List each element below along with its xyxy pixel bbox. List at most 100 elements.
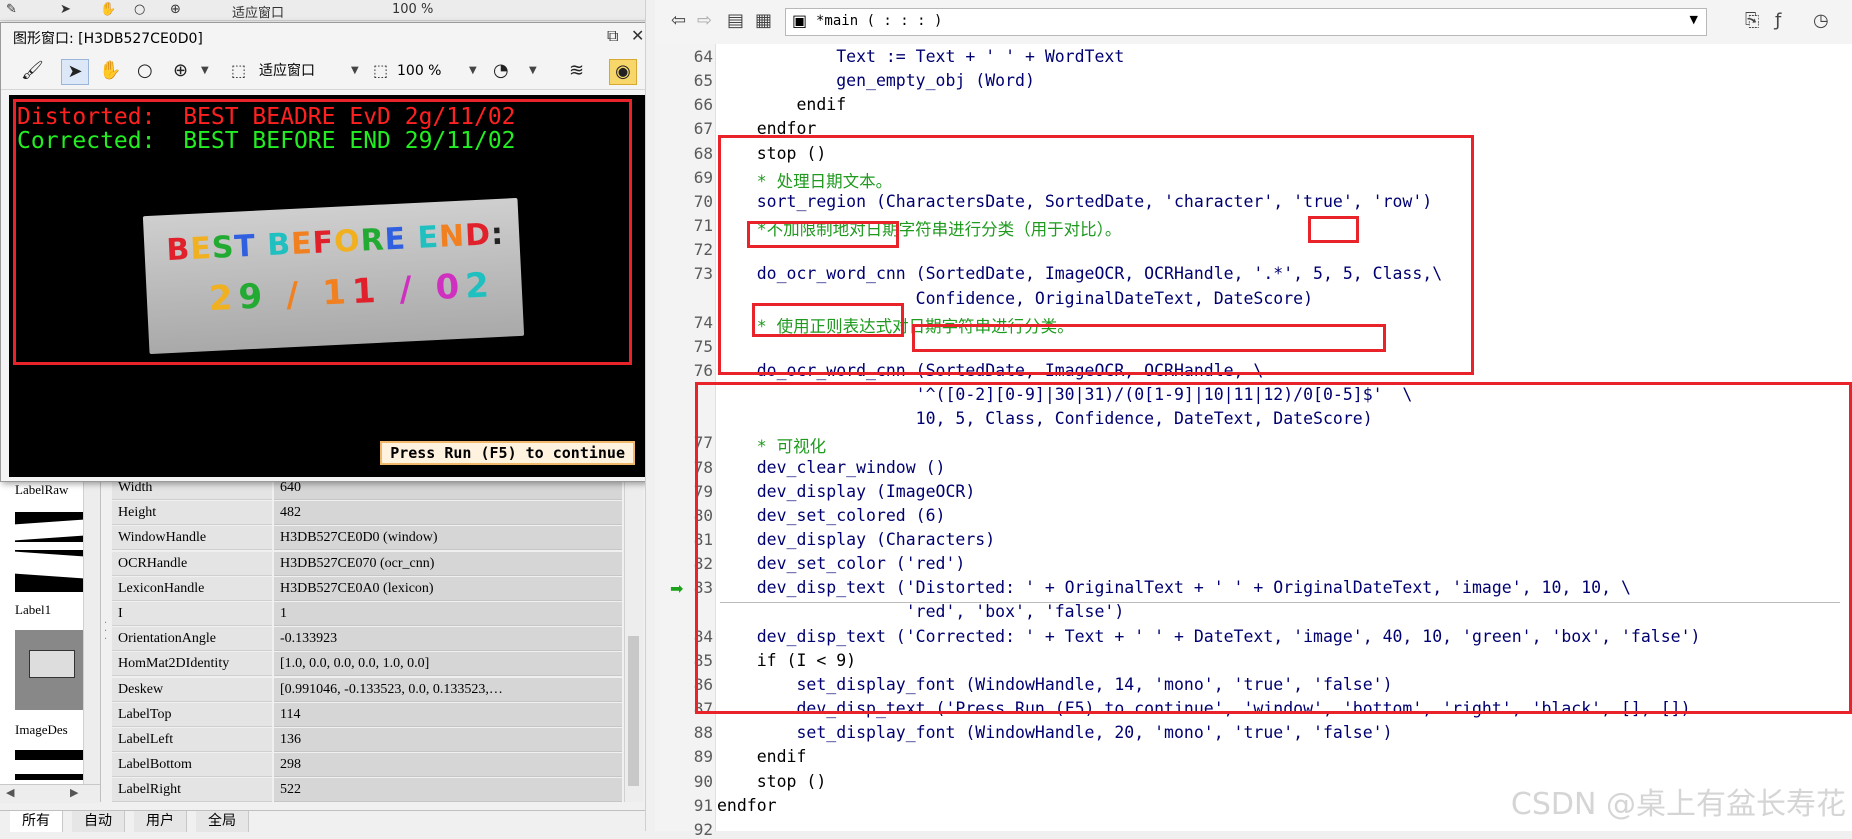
tab-all[interactable]: 所有 <box>10 811 63 832</box>
float-window-icon[interactable]: ⧉ <box>607 26 618 46</box>
variable-row[interactable]: LexiconHandle H3DB527CE0A0 (lexicon) <box>112 576 622 602</box>
clipboard-icon[interactable]: ▤ <box>727 10 744 31</box>
chevron-down-icon[interactable]: ▼ <box>469 59 477 83</box>
highlight-box <box>747 221 899 248</box>
line-number: 71 <box>693 216 713 236</box>
back-icon[interactable]: ⇦ <box>671 10 686 31</box>
variable-row[interactable]: LabelLeft 136 <box>112 728 622 753</box>
close-icon[interactable]: ✕ <box>631 26 644 45</box>
line-number: 74 <box>693 312 713 332</box>
layers-icon[interactable]: ≋ <box>569 59 584 83</box>
variable-row[interactable]: HomMat2DIdentity [1.0, 0.0, 0.0, 0.0, 1.0… <box>112 652 622 677</box>
back-zoom-label[interactable]: 100 % <box>392 2 433 17</box>
variable-name: OrientationAngle <box>112 627 272 652</box>
code-line[interactable]: gen_empty_obj (Word) <box>717 71 1035 90</box>
fit-window-icon[interactable]: ⬚ <box>231 59 246 83</box>
program-editor[interactable]: 64 65 66 67 68 69 70 71 72 73 74 75 76 77 78 79 80 81 82 83… <box>655 44 1852 839</box>
variable-value: 1 <box>274 602 622 626</box>
thumb-image[interactable] <box>15 512 83 542</box>
thumb-image[interactable] <box>15 750 83 780</box>
code-line[interactable]: endfor <box>717 796 777 815</box>
line-number: 92 <box>693 819 713 839</box>
variable-row[interactable]: I1 <box>112 602 622 627</box>
code-line[interactable]: endif <box>717 747 807 766</box>
fit-window-select[interactable]: 适应窗口 <box>259 59 315 83</box>
variable-value: [1.0, 0.0, 0.0, 0.0, 1.0, 0.0] <box>274 652 622 677</box>
code-line[interactable]: set_display_font (WindowHandle, 20, 'mon… <box>717 723 1392 742</box>
variable-row[interactable]: LabelBottom 298 <box>112 753 622 778</box>
grid-icon[interactable]: ▦ <box>755 10 772 31</box>
brush-icon[interactable]: 🖌 <box>21 59 44 83</box>
tab-global[interactable]: 全局 <box>196 811 249 832</box>
copy-icon[interactable]: ⎘ <box>1745 10 1759 31</box>
watermark: CSDN @桌上有盆长寿花 <box>1510 787 1846 822</box>
procedure-name: *main ( : : : ) <box>816 13 943 29</box>
zoom-level-icon[interactable]: ⬚ <box>373 59 388 83</box>
variable-value: H3DB527CE0D0 (window) <box>274 526 622 551</box>
graphics-canvas[interactable]: Distorted: BEST BEADRE EvD 2g/11/02 Corr… <box>9 95 647 477</box>
procedure-select[interactable]: ▣ *main ( : : : ) ▼ <box>785 8 1707 36</box>
code-line[interactable]: endif <box>717 95 846 114</box>
splitter-handle[interactable]: · · · <box>104 619 108 645</box>
scroll-right-icon[interactable]: ▶ <box>70 786 78 799</box>
variable-value: 136 <box>274 728 622 752</box>
variable-name: LabelTop <box>112 702 272 727</box>
brush-icon[interactable]: ✎ <box>6 2 17 17</box>
variable-name: OCRHandle <box>112 551 272 576</box>
variable-scrollbar[interactable] <box>624 476 643 802</box>
hand-icon[interactable]: ✋ <box>99 59 121 83</box>
scrollbar-thumb[interactable] <box>628 636 639 786</box>
scroll-left-icon[interactable]: ◀ <box>6 786 14 799</box>
chevron-down-icon[interactable]: ▼ <box>201 59 209 83</box>
thumb-label[interactable]: Label1 <box>15 602 51 618</box>
variable-row[interactable]: LabelTop 114 <box>112 702 622 728</box>
variable-row[interactable]: OCRHandle H3DB527CE070 (ocr_cnn) <box>112 551 622 577</box>
thumb-image[interactable] <box>15 630 83 710</box>
magnifier-icon[interactable]: ○ <box>134 2 145 17</box>
hand-icon[interactable]: ✋ <box>100 2 116 17</box>
zoom-icon[interactable]: ⊕ <box>170 2 181 17</box>
variable-row[interactable]: Height 482 <box>112 501 622 526</box>
highlight-box <box>695 382 1852 714</box>
graphics-window: 图形窗口: [H3DB527CE0D0] ⧉ ✕ 🖌 ➤ ✋ ○ ⊕ ▼ ⬚ 适… <box>0 22 654 482</box>
code-line[interactable]: stop () <box>717 772 827 791</box>
graphics-window-title: 图形窗口: [H3DB527CE0D0] <box>13 31 203 47</box>
variable-tabs: 所有 自动 用户 全局 <box>0 810 652 832</box>
pointer-icon[interactable]: ➤ <box>61 59 89 85</box>
line-number: 66 <box>693 95 713 115</box>
thumb-label[interactable]: ImageDes <box>15 722 68 738</box>
chevron-down-icon[interactable]: ▼ <box>351 59 359 83</box>
draw-shape-icon[interactable]: ◔ <box>493 59 509 83</box>
chevron-down-icon[interactable]: ▼ <box>529 59 537 83</box>
zoom-level-select[interactable]: 100 % <box>397 59 441 83</box>
variable-row[interactable]: OrientationAngle -0.133923 <box>112 627 622 652</box>
forward-icon[interactable]: ⇨ <box>697 10 712 31</box>
line-number: 88 <box>693 723 713 743</box>
variable-row[interactable]: Deskew [0.991046, -0.133523, 0.0, 0.13352… <box>112 677 622 703</box>
variable-name: Deskew <box>112 677 272 702</box>
thumb-label[interactable]: LabelRaw <box>15 482 68 498</box>
pointer-icon[interactable]: ➤ <box>60 2 71 17</box>
back-fit-label[interactable]: 适应窗口 <box>232 2 284 20</box>
search-icon[interactable]: ○ <box>137 59 153 83</box>
thumb-image[interactable] <box>15 550 83 592</box>
thumb-scrollbar[interactable] <box>83 472 100 802</box>
zoom-in-icon[interactable]: ⊕ <box>173 59 188 83</box>
chevron-down-icon[interactable]: ▼ <box>1690 13 1698 26</box>
variable-row[interactable]: LabelRight 522 <box>112 778 622 803</box>
tab-user[interactable]: 用户 <box>134 811 187 832</box>
lightbulb-icon[interactable]: ◉ <box>609 59 637 85</box>
timer-icon[interactable]: ◷ <box>1813 10 1829 31</box>
function-icon[interactable]: ƒ <box>1775 10 1781 31</box>
graphics-window-titlebar[interactable]: 图形窗口: [H3DB527CE0D0] ⧉ ✕ <box>1 23 653 51</box>
line-number: 68 <box>693 143 713 163</box>
variable-row[interactable]: WindowHandle H3DB527CE0D0 (window) <box>112 526 622 551</box>
thumb-horizontal-scrollbar[interactable]: ◀ ▶ <box>0 784 100 803</box>
line-number: 69 <box>693 167 713 187</box>
tab-auto[interactable]: 自动 <box>72 811 125 832</box>
variable-value: H3DB527CE0A0 (lexicon) <box>274 576 622 601</box>
variable-value: -0.133923 <box>274 627 622 652</box>
code-line[interactable]: Text := Text + ' ' + WordText <box>717 47 1124 66</box>
line-number: 90 <box>693 771 713 791</box>
graphics-window-toolbar: 🖌 ➤ ✋ ○ ⊕ ▼ ⬚ 适应窗口 ▼ ⬚ 100 % ▼ ◔ ▼ ≋ ◉ <box>1 53 653 90</box>
